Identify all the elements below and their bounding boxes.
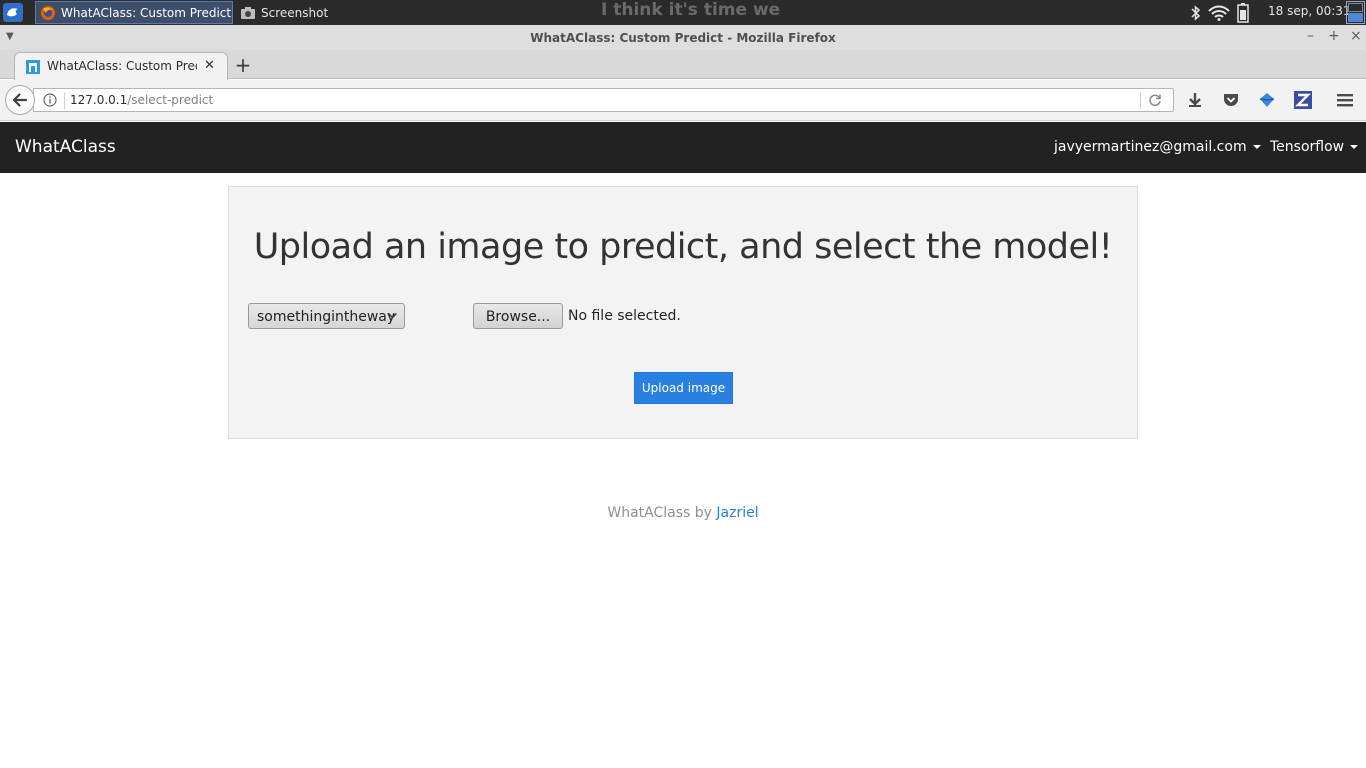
pocket-icon[interactable] — [1222, 91, 1240, 109]
taskbar-item-label: WhatAClass: Custom Predict... — [61, 5, 233, 20]
footer-text: WhatAClass by — [607, 505, 712, 521]
caret-down-icon — [1252, 145, 1261, 149]
tab-whataclass[interactable]: WhatAClass: Custom Predict ✕ — [14, 52, 228, 80]
extension-shield-icon[interactable] — [1258, 91, 1276, 109]
url-host: 127.0.0.1 — [70, 93, 128, 107]
browser-toolbar: 127.0.0.1/select-predict — [0, 80, 1366, 121]
url-bar[interactable]: 127.0.0.1/select-predict — [33, 88, 1174, 112]
file-status: No file selected. — [568, 308, 681, 324]
clock[interactable]: 18 sep, 00:31 — [1268, 4, 1351, 18]
workspace-1[interactable] — [1348, 3, 1363, 12]
site-navbar: WhatAClass javyermartinez@gmail.com Tens… — [0, 122, 1366, 173]
applications-menu-icon[interactable] — [2, 2, 24, 23]
upload-panel: Upload an image to predict, and select t… — [228, 186, 1138, 439]
maximize-icon[interactable]: + — [1328, 28, 1340, 44]
bluetooth-icon[interactable] — [1190, 0, 1202, 25]
framework-dropdown[interactable]: Tensorflow — [1270, 139, 1359, 155]
url-separator — [64, 92, 65, 109]
page-title: Upload an image to predict, and select t… — [253, 227, 1113, 267]
taskbar-item-label: Screenshot — [261, 5, 329, 20]
back-arrow-icon — [12, 93, 28, 107]
notification-overlay-text: I think it's time we — [601, 0, 781, 20]
taskbar-item-firefox[interactable]: WhatAClass: Custom Predict... — [35, 1, 233, 24]
system-taskbar: WhatAClass: Custom Predict... Screenshot… — [0, 0, 1366, 25]
battery-icon[interactable] — [1237, 0, 1249, 25]
new-tab-button[interactable]: + — [233, 53, 253, 77]
model-select[interactable]: somethingintheway — [248, 303, 405, 329]
window-title: WhatAClass: Custom Predict - Mozilla Fir… — [530, 31, 836, 45]
user-dropdown[interactable]: javyermartinez@gmail.com — [1054, 139, 1261, 155]
workspace-2[interactable] — [1348, 13, 1363, 22]
close-tab-icon[interactable]: ✕ — [204, 58, 215, 73]
back-button[interactable] — [5, 85, 35, 115]
upload-image-button[interactable]: Upload image — [634, 372, 733, 404]
zotero-icon[interactable] — [1294, 91, 1312, 109]
workspace-switcher[interactable] — [1346, 1, 1365, 24]
close-window-icon[interactable]: × — [1350, 28, 1362, 44]
browse-button[interactable]: Browse... — [473, 303, 563, 329]
model-select-value: somethingintheway — [257, 309, 396, 325]
url-right-separator — [1140, 92, 1141, 109]
footer: WhatAClass by Jazriel — [0, 505, 1366, 521]
site-info-icon[interactable] — [43, 93, 57, 107]
chevron-down-icon — [388, 313, 397, 319]
caret-down-icon — [1350, 145, 1359, 149]
taskbar-item-screenshot[interactable]: Screenshot — [236, 1, 356, 24]
camera-icon — [241, 6, 255, 19]
page-favicon-icon — [26, 60, 40, 74]
tab-strip: WhatAClass: Custom Predict ✕ + — [0, 50, 1366, 80]
tab-label: WhatAClass: Custom Predict — [47, 59, 197, 73]
downloads-icon[interactable] — [1186, 91, 1204, 109]
user-email: javyermartinez@gmail.com — [1054, 139, 1247, 155]
url-path: /select-predict — [127, 93, 214, 107]
footer-author-link[interactable]: Jazriel — [716, 505, 758, 521]
url-text[interactable]: 127.0.0.1/select-predict — [70, 93, 213, 107]
wifi-icon[interactable] — [1208, 0, 1230, 25]
firefox-icon — [41, 5, 55, 20]
minimize-icon[interactable]: – — [1307, 28, 1314, 44]
brand-logo[interactable]: WhatAClass — [15, 137, 116, 157]
reload-icon[interactable] — [1148, 93, 1162, 107]
hamburger-menu-icon[interactable] — [1336, 91, 1354, 109]
window-titlebar: ▼ WhatAClass: Custom Predict - Mozilla F… — [0, 25, 1366, 50]
framework-label: Tensorflow — [1270, 139, 1345, 155]
